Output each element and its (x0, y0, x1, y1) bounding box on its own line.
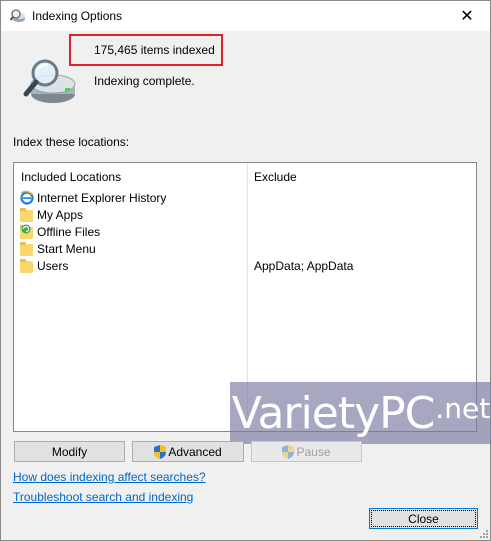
indexing-options-icon (10, 9, 25, 22)
troubleshoot-link[interactable]: Troubleshoot search and indexing (13, 490, 193, 504)
location-name: Users (37, 259, 69, 273)
watermark-text: VarietyPC (231, 387, 436, 439)
list-item[interactable]: Internet Explorer History (14, 190, 476, 207)
location-name: My Apps (37, 208, 84, 222)
list-item[interactable]: Offline Files (14, 224, 476, 241)
locations-label: Index these locations: (13, 135, 130, 149)
uac-shield-icon (154, 444, 167, 459)
how-indexing-affects-searches-link[interactable]: How does indexing affect searches? (13, 470, 206, 484)
indexing-options-window: Indexing Options ✕ 175,465 items indexed… (0, 0, 491, 541)
modify-button[interactable]: Modify (14, 441, 125, 462)
location-name: Internet Explorer History (37, 191, 167, 205)
items-indexed-count: 175,465 items indexed (94, 43, 215, 57)
list-item[interactable]: Users AppData; AppData (14, 258, 476, 275)
watermark: VarietyPC .net (230, 382, 491, 444)
location-exclude: AppData; AppData (254, 259, 354, 273)
indexing-status: Indexing complete. (94, 74, 195, 88)
advanced-button[interactable]: Advanced (132, 441, 244, 462)
resize-grip-icon[interactable] (478, 528, 488, 538)
close-window-button[interactable]: ✕ (444, 1, 490, 31)
close-icon: ✕ (460, 8, 474, 25)
location-name: Start Menu (37, 242, 96, 256)
location-name: Offline Files (37, 225, 101, 239)
window-title: Indexing Options (32, 9, 123, 23)
watermark-suffix: .net (435, 391, 491, 425)
list-item[interactable]: Start Menu (14, 241, 476, 258)
modify-button-label: Modify (51, 444, 88, 459)
uac-shield-icon (282, 444, 295, 459)
offline-files-icon (20, 224, 34, 240)
list-item[interactable]: My Apps (14, 207, 476, 224)
folder-icon (20, 207, 34, 223)
close-button-label: Close (408, 511, 439, 526)
close-button[interactable]: Close (369, 508, 478, 529)
advanced-button-label: Advanced (168, 444, 222, 459)
pause-button[interactable]: Pause (251, 441, 362, 462)
exclude-header[interactable]: Exclude (254, 170, 297, 184)
pause-button-label: Pause (296, 444, 331, 459)
ie-icon (20, 190, 34, 205)
folder-icon (20, 241, 34, 257)
title-bar: Indexing Options ✕ (1, 1, 490, 31)
included-locations-header[interactable]: Included Locations (21, 170, 121, 184)
folder-icon (20, 258, 34, 274)
